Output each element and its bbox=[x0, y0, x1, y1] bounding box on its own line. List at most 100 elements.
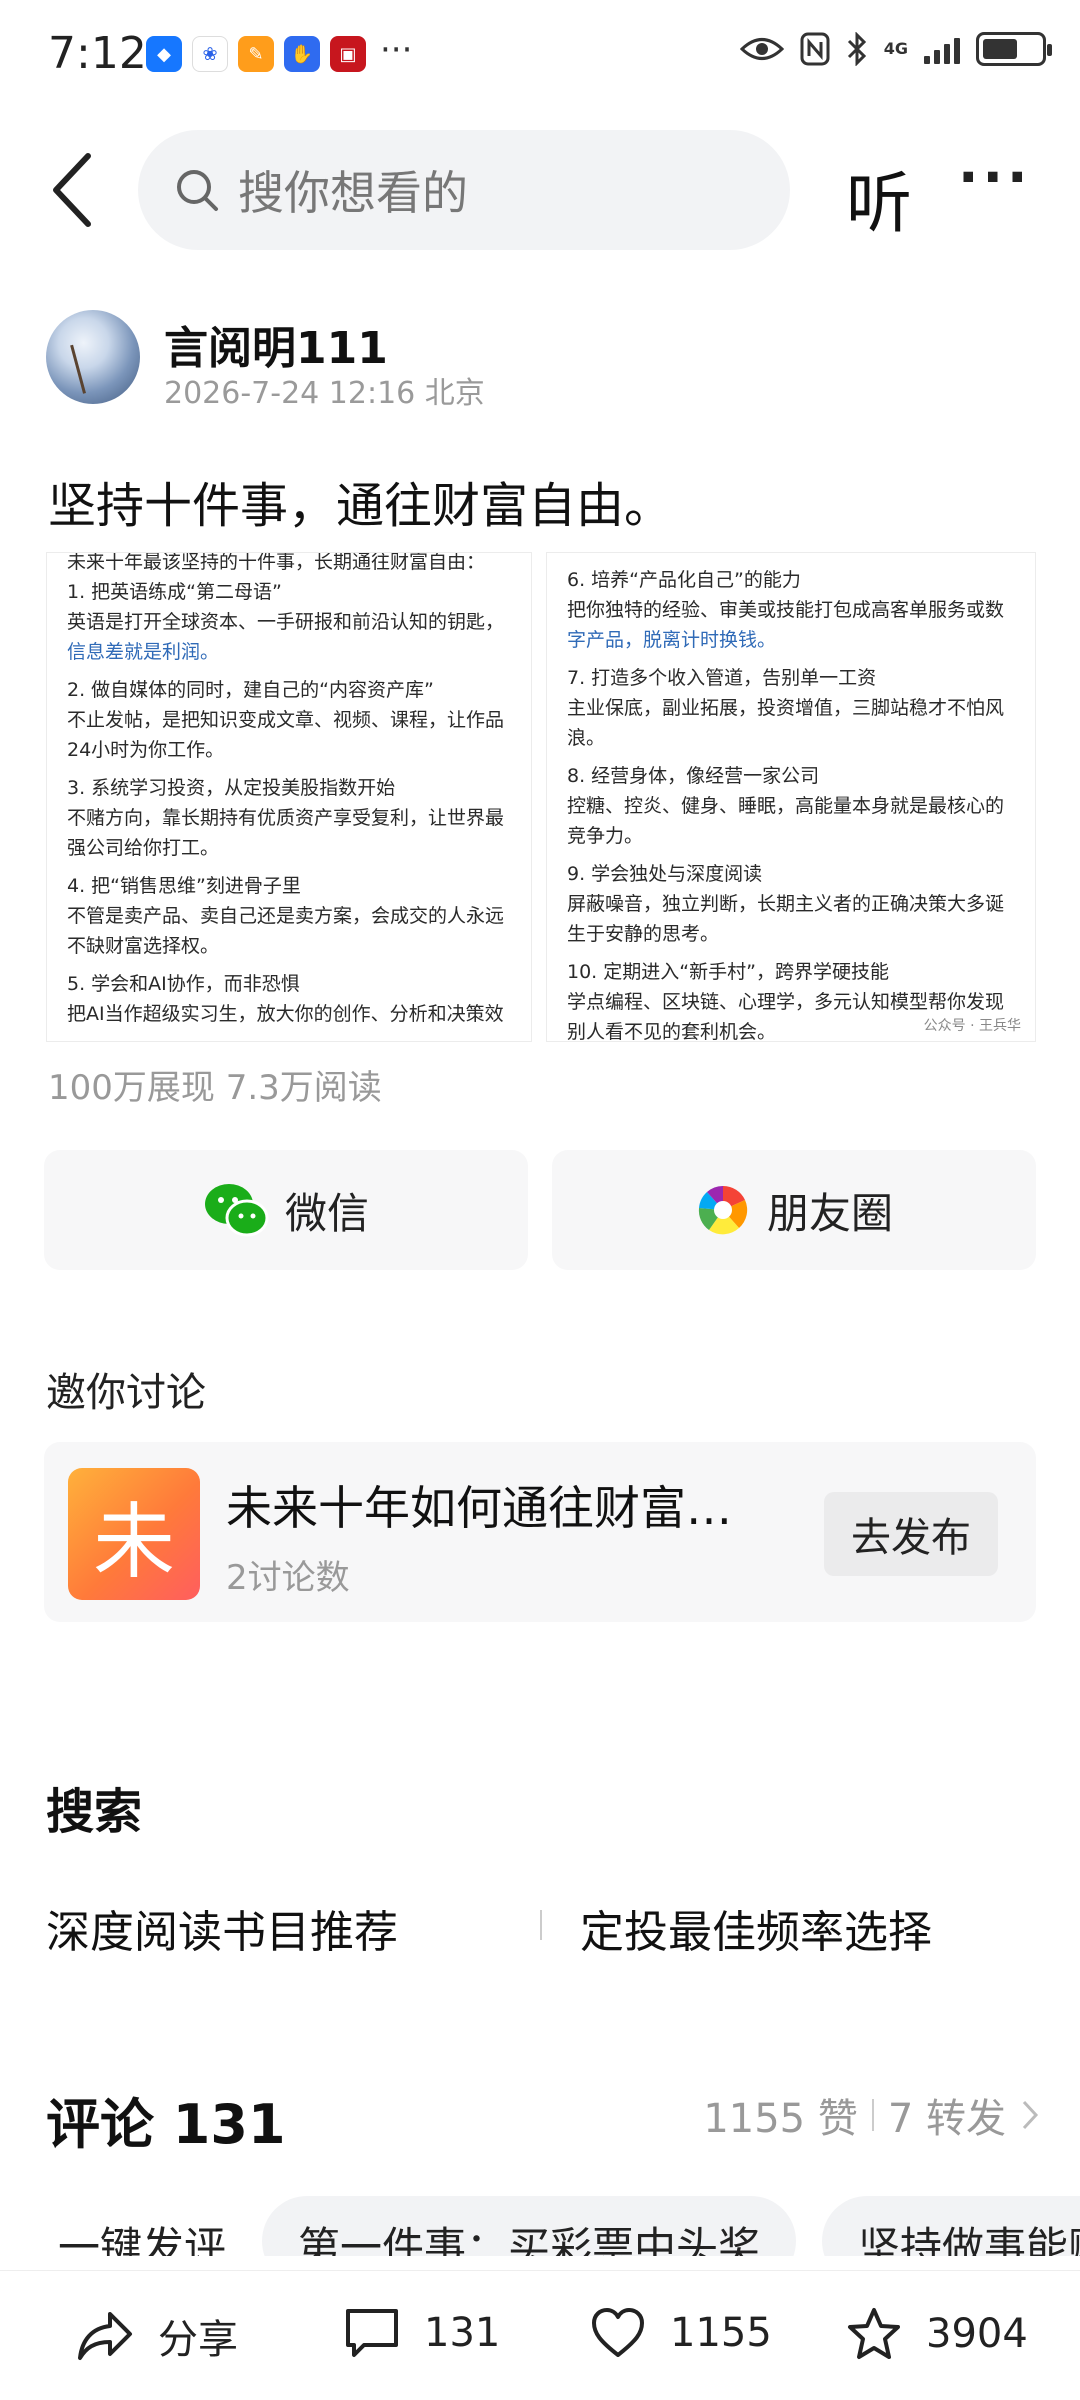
image-text-line: 不缺财富选择权。 bbox=[67, 935, 220, 957]
signal-icon bbox=[924, 34, 960, 64]
share-button[interactable]: 分享 bbox=[76, 2307, 238, 2365]
star-icon bbox=[848, 2308, 900, 2359]
topic-icon: 未 bbox=[68, 1468, 200, 1600]
image-text-line: 3. 系统学习投资，从定投美股指数开始 bbox=[67, 777, 396, 799]
reposts-count: 7 转发 bbox=[887, 2096, 1006, 2142]
bottom-action-bar: 分享 131 1155 3904 bbox=[0, 2270, 1080, 2400]
bluetooth-icon bbox=[847, 32, 866, 66]
search-bar[interactable]: 搜你想看的 bbox=[138, 130, 790, 250]
search-icon bbox=[177, 170, 218, 211]
search-suggestion[interactable]: 定投最佳频率选择 bbox=[580, 1896, 932, 1960]
share-wechat-button[interactable]: 微信 bbox=[44, 1150, 528, 1270]
image-text-line: 生于安静的思考。 bbox=[567, 923, 720, 945]
topic-title: 未来十年如何通往财富自由 bbox=[226, 1481, 766, 1535]
chevron-right-icon bbox=[1022, 2100, 1039, 2130]
image-text-line: 不管是卖产品、卖自己还是卖方案，会成交的人永远 bbox=[67, 905, 505, 927]
favorite-button[interactable]: 3904 bbox=[846, 2307, 1028, 2361]
share-icon bbox=[78, 2312, 132, 2360]
post-stats: 100万展现 7.3万阅读 bbox=[48, 1068, 382, 1108]
image-text-line: 学点编程、区块链、心理学，多元认知模型帮你发现 bbox=[567, 991, 1005, 1013]
baidu-paw-icon: ❀ bbox=[192, 36, 228, 72]
image-text-line: 控糖、控炎、健身、睡眠，高能量本身就是最核心的 bbox=[567, 795, 1005, 817]
share-label: 分享 bbox=[158, 2317, 238, 2363]
divider bbox=[871, 2099, 874, 2131]
topic-count: 2讨论数 bbox=[226, 1558, 350, 1598]
comments-heading: 评论 131 bbox=[46, 2093, 286, 2156]
search-suggestion[interactable]: 深度阅读书目推荐 bbox=[46, 1896, 398, 1960]
quick-comment-chip[interactable]: 一键发评 bbox=[46, 2196, 262, 2256]
eye-comfort-icon bbox=[739, 38, 784, 60]
top-nav: 搜你想看的 听 ··· bbox=[0, 130, 1080, 250]
ai-app-icon: ◆ bbox=[146, 36, 182, 72]
battery-icon bbox=[976, 32, 1052, 66]
likes-count: 1155 赞 bbox=[703, 2096, 858, 2142]
post-title: 坚持十件事，通往财富自由。 bbox=[48, 478, 673, 534]
discussion-topic-card[interactable]: 未 未来十年如何通往财富自由 2讨论数 去发布 bbox=[44, 1442, 1036, 1622]
notification-icons: ◆ ❀ ✎ ✋ ▣ bbox=[146, 36, 366, 72]
image-text-line: 屏蔽噪音，独立判断，长期主义者的正确决策大多诞 bbox=[567, 893, 1005, 915]
publish-button[interactable]: 去发布 bbox=[824, 1492, 998, 1576]
quick-comment-chips: 一键发评 第一件事：买彩票中头奖 坚持做事能赚 bbox=[0, 2196, 1080, 2256]
like-count: 1155 bbox=[670, 2310, 772, 2356]
blue-app-icon: ✋ bbox=[284, 36, 320, 72]
author-avatar[interactable] bbox=[46, 310, 140, 404]
article-image[interactable]: 未来十年最该坚持的十件事，长期通往财富自由： 1. 把英语练成“第二母语” 英语… bbox=[46, 552, 1036, 1042]
image-text-line: 4. 把“销售思维”刻进骨子里 bbox=[67, 875, 301, 897]
bank-app-icon: ▣ bbox=[330, 36, 366, 72]
share-moments-label: 朋友圈 bbox=[766, 1188, 893, 1238]
quick-comment-chip[interactable]: 第一件事：买彩票中头奖 bbox=[262, 2196, 797, 2256]
image-text-line: 24小时为你工作。 bbox=[67, 739, 225, 761]
image-text-line: 未来十年最该坚持的十件事，长期通往财富自由： bbox=[67, 552, 486, 573]
like-button[interactable]: 1155 bbox=[590, 2307, 772, 2359]
image-text-line: 6. 培养“产品化自己”的能力 bbox=[567, 569, 801, 591]
nfc-icon bbox=[800, 32, 830, 66]
search-placeholder: 搜你想看的 bbox=[238, 166, 468, 220]
wechat-icon bbox=[204, 1184, 269, 1237]
back-arrow-icon[interactable] bbox=[46, 150, 106, 230]
orange-app-icon: ✎ bbox=[238, 36, 274, 72]
network-type: 4G bbox=[883, 39, 908, 58]
search-section-heading: 搜索 bbox=[46, 1784, 143, 1840]
image-text-line: 信息差就是利润。 bbox=[67, 641, 220, 663]
heart-icon bbox=[592, 2308, 644, 2357]
article-image-right-panel: 6. 培养“产品化自己”的能力 把你独特的经验、审美或技能打包成高客单服务或数 … bbox=[546, 552, 1036, 1042]
image-text-line: 不赌方向，靠长期持有优质资产享受复利，让世界最 bbox=[67, 807, 505, 829]
image-text-line: 5. 学会和AI协作，而非恐惧 bbox=[67, 973, 300, 995]
quick-comment-chip[interactable]: 坚持做事能赚 bbox=[822, 2196, 1080, 2256]
image-text-line: 1. 把英语练成“第二母语” bbox=[67, 581, 282, 603]
image-text-line: 把AI当作超级实习生，放大你的创作、分析和决策效 bbox=[67, 1003, 504, 1025]
image-text-line: 2. 做自媒体的同时，建自己的“内容资产库” bbox=[67, 679, 434, 701]
share-wechat-label: 微信 bbox=[284, 1188, 369, 1238]
system-icons: 4G bbox=[739, 32, 1052, 66]
image-text-line: 主业保底，副业拓展，投资增值，三脚站稳才不怕风 bbox=[567, 697, 1005, 719]
divider bbox=[540, 1910, 542, 1940]
share-moments-button[interactable]: 朋友圈 bbox=[552, 1150, 1036, 1270]
favorite-count: 3904 bbox=[926, 2311, 1028, 2357]
image-text-line: 9. 学会独处与深度阅读 bbox=[567, 863, 763, 885]
image-watermark: 公众号 · 王兵华 bbox=[923, 1018, 1021, 1034]
image-text-line: 英语是打开全球资本、一手研报和前沿认知的钥匙， bbox=[67, 611, 505, 633]
image-text-line: 7. 打造多个收入管道，告别单一工资 bbox=[567, 667, 877, 689]
status-bar: 7:12 ◆ ❀ ✎ ✋ ▣ ··· 4G bbox=[0, 0, 1080, 100]
image-text-line: 强公司给你打工。 bbox=[67, 837, 220, 859]
author-name[interactable]: 言阅明111 bbox=[164, 312, 388, 376]
discuss-heading: 邀你讨论 bbox=[46, 1370, 206, 1416]
image-text-line: 浪。 bbox=[567, 727, 606, 749]
image-text-line: 竞争力。 bbox=[567, 825, 644, 847]
image-text-line: 字产品，脱离计时换钱。 bbox=[567, 629, 777, 651]
comment-count: 131 bbox=[424, 2310, 501, 2356]
image-text-line: 10. 定期进入“新手村”，跨界学硬技能 bbox=[567, 961, 889, 983]
comments-stats[interactable]: 1155 赞 7 转发 bbox=[703, 2086, 1040, 2144]
moments-icon bbox=[698, 1185, 748, 1235]
article-image-left-panel: 未来十年最该坚持的十件事，长期通往财富自由： 1. 把英语练成“第二母语” 英语… bbox=[46, 552, 532, 1042]
image-text-line: 8. 经营身体，像经营一家公司 bbox=[567, 765, 820, 787]
image-text-line: 把你独特的经验、审美或技能打包成高客单服务或数 bbox=[567, 599, 1005, 621]
listen-button[interactable]: 听 bbox=[846, 150, 912, 246]
status-time: 7:12 bbox=[48, 28, 147, 79]
comment-icon bbox=[346, 2309, 398, 2357]
status-more-icon: ··· bbox=[380, 30, 413, 70]
image-text-line: 不止发帖，是把知识变成文章、视频、课程，让作品 bbox=[67, 709, 505, 731]
comment-button[interactable]: 131 bbox=[344, 2307, 500, 2359]
post-meta: 2026-7-24 12:16 北京 bbox=[164, 376, 485, 411]
more-options-icon[interactable]: ··· bbox=[958, 146, 1032, 209]
